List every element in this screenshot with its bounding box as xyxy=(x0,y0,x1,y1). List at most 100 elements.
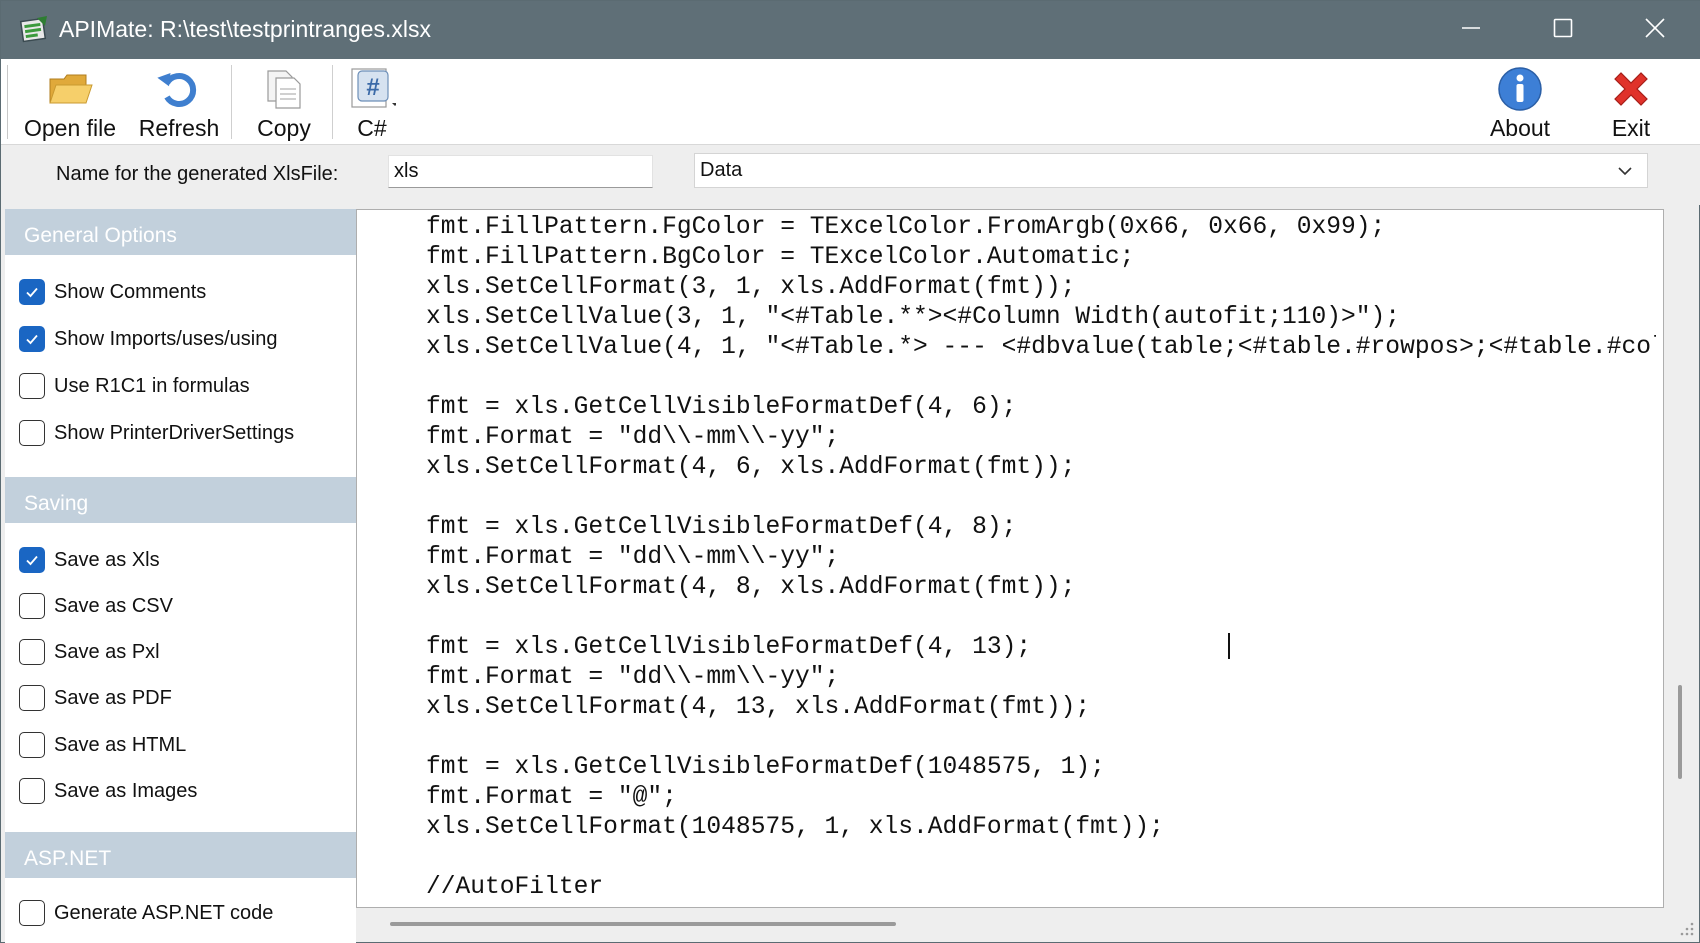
code-line: fmt.Format = "dd\\-mm\\-yy"; xyxy=(426,424,840,451)
minimize-icon xyxy=(1461,18,1481,43)
save-as-pdf-checkbox[interactable] xyxy=(19,685,45,711)
refresh-icon xyxy=(155,65,203,113)
save-as-csv-option[interactable]: Save as CSV xyxy=(19,591,173,621)
show-printer-driver-settings-checkbox[interactable] xyxy=(19,420,45,446)
checkmark-icon xyxy=(26,334,38,345)
code-view: fmt.FillPattern.FgColor = TExcelColor.Fr… xyxy=(426,213,1656,903)
save-as-xls-option[interactable]: Save as Xls xyxy=(19,545,160,575)
info-icon xyxy=(1496,65,1544,113)
svg-text:#: # xyxy=(366,74,379,101)
resize-grip-icon[interactable] xyxy=(1677,919,1695,937)
save-as-pxl-option[interactable]: Save as Pxl xyxy=(19,637,160,667)
exit-x-icon xyxy=(1607,65,1655,113)
save-as-images-option[interactable]: Save as Images xyxy=(19,776,197,806)
toolbar-grip xyxy=(7,65,10,139)
xlsfile-name-label: Name for the generated XlsFile: xyxy=(56,163,339,185)
option-label: Generate ASP.NET code xyxy=(54,901,274,924)
save-as-pdf-option[interactable]: Save as PDF xyxy=(19,683,172,713)
option-label: Save as Pxl xyxy=(54,640,160,663)
option-label: Save as Xls xyxy=(54,548,160,571)
exit-label: Exit xyxy=(1611,115,1651,141)
save-as-csv-checkbox[interactable] xyxy=(19,593,45,619)
csharp-icon: # xyxy=(348,65,398,113)
code-line: xls.SetCellValue(4, 1, "<#Table.*> --- <… xyxy=(426,334,1656,361)
section-title: General Options xyxy=(24,224,177,247)
option-label: Show Imports/uses/using xyxy=(54,327,278,350)
option-label: Save as HTML xyxy=(54,733,187,756)
code-line: fmt = xls.GetCellVisibleFormatDef(4, 13)… xyxy=(426,634,1032,661)
code-line: fmt.FillPattern.BgColor = TExcelColor.Au… xyxy=(426,244,1135,271)
option-label: Save as Images xyxy=(54,779,198,802)
horizontal-scrollbar-thumb[interactable] xyxy=(390,922,896,926)
use-r1c1-checkbox[interactable] xyxy=(19,373,45,399)
code-line: fmt.Format = "dd\\-mm\\-yy"; xyxy=(426,664,840,691)
maximize-icon xyxy=(1553,18,1573,43)
code-line: fmt = xls.GetCellVisibleFormatDef(4, 8); xyxy=(426,514,1017,541)
code-line: fmt.FillPattern.FgColor = TExcelColor.Fr… xyxy=(426,214,1386,241)
minimize-button[interactable] xyxy=(1425,1,1517,59)
sheet-select[interactable]: Data xyxy=(694,153,1648,188)
copy-button[interactable]: Copy xyxy=(249,59,319,145)
code-line: xls.SetCellFormat(4, 13, xls.AddFormat(f… xyxy=(426,694,1091,721)
refresh-button[interactable]: Refresh xyxy=(135,59,223,145)
code-line: fmt.Format = "dd\\-mm\\-yy"; xyxy=(426,544,840,571)
code-line: xls.SetCellValue(3, 1, "<#Table.**><#Col… xyxy=(426,304,1401,331)
save-as-html-checkbox[interactable] xyxy=(19,732,45,758)
toolbar-separator xyxy=(231,65,232,139)
save-as-pxl-checkbox[interactable] xyxy=(19,639,45,665)
open-file-button[interactable]: Open file xyxy=(18,59,122,145)
generate-aspnet-option[interactable]: Generate ASP.NET code xyxy=(19,898,273,928)
generate-aspnet-checkbox[interactable] xyxy=(19,900,45,926)
general-options-header: General Options xyxy=(5,209,356,255)
code-editor[interactable]: fmt.FillPattern.FgColor = TExcelColor.Fr… xyxy=(356,209,1664,908)
show-imports-option[interactable]: Show Imports/uses/using xyxy=(19,324,277,354)
folder-open-icon xyxy=(46,65,94,113)
checkmark-icon xyxy=(26,287,38,298)
code-line: xls.SetCellFormat(4, 8, xls.AddFormat(fm… xyxy=(426,574,1076,601)
window-title: APIMate: R:\test\testprintranges.xlsx xyxy=(59,16,431,42)
options-sidebar: General Options Show Comments Show Impor… xyxy=(5,209,356,943)
code-line: fmt = xls.GetCellVisibleFormatDef(4, 6); xyxy=(426,394,1017,421)
section-title: Saving xyxy=(24,492,89,515)
title-bar[interactable]: APIMate: R:\test\testprintranges.xlsx xyxy=(1,1,1700,59)
text-caret xyxy=(1228,633,1230,659)
about-button[interactable]: About xyxy=(1476,59,1564,145)
show-imports-checkbox[interactable] xyxy=(19,326,45,352)
use-r1c1-option[interactable]: Use R1C1 in formulas xyxy=(19,371,250,401)
option-label: Show PrinterDriverSettings xyxy=(54,421,295,444)
save-as-html-option[interactable]: Save as HTML xyxy=(19,730,186,760)
save-as-xls-checkbox[interactable] xyxy=(19,547,45,573)
option-label: Save as PDF xyxy=(54,686,172,709)
language-label: C# xyxy=(357,115,387,141)
show-printer-driver-settings-option[interactable]: Show PrinterDriverSettings xyxy=(19,418,294,448)
section-title: ASP.NET xyxy=(24,847,112,870)
refresh-label: Refresh xyxy=(138,115,220,141)
name-bar: Name for the generated XlsFile: Data xyxy=(1,145,1700,205)
xlsfile-name-input[interactable] xyxy=(388,155,653,188)
apimate-window: APIMate: R:\test\testprintranges.xlsx Op… xyxy=(0,0,1700,943)
open-file-label: Open file xyxy=(23,115,117,141)
code-line: xls.SetCellFormat(4, 6, xls.AddFormat(fm… xyxy=(426,454,1076,481)
code-line: xls.SetCellFormat(1048575, 1, xls.AddFor… xyxy=(426,814,1164,841)
language-dropdown-button[interactable]: # C# xyxy=(343,59,401,145)
option-label: Use R1C1 in formulas xyxy=(54,374,250,397)
save-as-images-checkbox[interactable] xyxy=(19,778,45,804)
vertical-scrollbar-thumb[interactable] xyxy=(1678,685,1682,779)
copy-label: Copy xyxy=(257,115,311,141)
checkmark-icon xyxy=(26,555,38,566)
show-comments-option[interactable]: Show Comments xyxy=(19,277,206,307)
close-button[interactable] xyxy=(1609,1,1700,59)
code-line: fmt = xls.GetCellVisibleFormatDef(104857… xyxy=(426,754,1105,781)
exit-button[interactable]: Exit xyxy=(1591,59,1671,145)
option-label: Save as CSV xyxy=(54,594,173,617)
about-label: About xyxy=(1489,115,1551,141)
close-icon xyxy=(1644,17,1666,44)
copy-icon xyxy=(260,65,308,113)
maximize-button[interactable] xyxy=(1517,1,1609,59)
show-comments-checkbox[interactable] xyxy=(19,279,45,305)
